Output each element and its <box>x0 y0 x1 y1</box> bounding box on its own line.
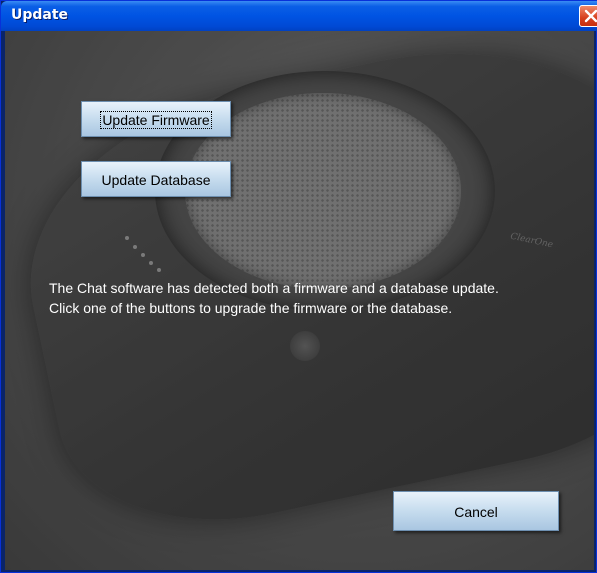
update-dialog: Update ClearOne Update Firmware Update D… <box>0 0 597 573</box>
window-title: Update <box>11 7 69 23</box>
update-firmware-button[interactable]: Update Firmware <box>81 101 231 137</box>
update-database-button[interactable]: Update Database <box>81 161 231 197</box>
message-line-1: The Chat software has detected both a fi… <box>49 280 499 296</box>
update-message: The Chat software has detected both a fi… <box>49 278 594 318</box>
close-button[interactable] <box>579 5 597 27</box>
update-firmware-label: Update Firmware <box>100 111 212 129</box>
close-icon <box>584 9 597 23</box>
message-line-2: Click one of the buttons to upgrade the … <box>49 300 453 316</box>
title-bar[interactable]: Update <box>1 1 597 31</box>
cancel-label: Cancel <box>454 504 498 520</box>
dialog-client-area: ClearOne Update Firmware Update Database… <box>5 31 594 570</box>
cancel-button[interactable]: Cancel <box>393 491 559 531</box>
update-database-label: Update Database <box>101 172 211 188</box>
